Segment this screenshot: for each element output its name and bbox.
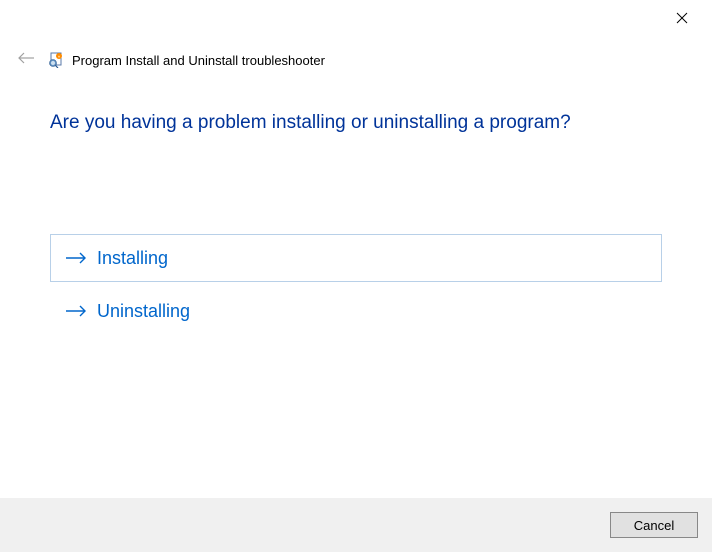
main-content: Are you having a problem installing or u… bbox=[0, 72, 712, 335]
back-button bbox=[14, 48, 38, 72]
header-bar: Program Install and Uninstall troublesho… bbox=[0, 0, 712, 72]
arrow-left-icon bbox=[17, 51, 35, 70]
option-label: Uninstalling bbox=[97, 301, 190, 322]
option-uninstalling[interactable]: Uninstalling bbox=[50, 287, 662, 335]
close-button[interactable] bbox=[670, 8, 694, 32]
troubleshooter-app-icon bbox=[48, 52, 64, 68]
cancel-button[interactable]: Cancel bbox=[610, 512, 698, 538]
arrow-right-icon bbox=[65, 251, 87, 265]
footer-bar: Cancel bbox=[0, 498, 712, 552]
arrow-right-icon bbox=[65, 304, 87, 318]
window-title: Program Install and Uninstall troublesho… bbox=[72, 53, 325, 68]
close-icon bbox=[676, 11, 688, 29]
question-heading: Are you having a problem installing or u… bbox=[50, 112, 662, 134]
option-installing[interactable]: Installing bbox=[50, 234, 662, 282]
option-label: Installing bbox=[97, 248, 168, 269]
